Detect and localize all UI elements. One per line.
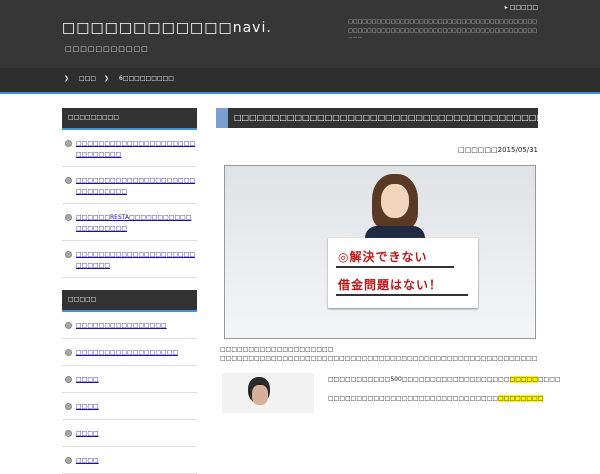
post-date: □□□□□□2015/05/31 [457, 146, 538, 154]
sidebar: □□□□□□□□□ □□□□□□□□□□□□□□□□□□□□□□□□□□□□□ … [62, 108, 197, 474]
hero-image: ◎解決できない 借金問題はない！ [224, 165, 536, 339]
bullet-icon [65, 251, 72, 258]
post-title-bar: □□□□□□□□□□□□□□□□□□□□□□□□□□□□□□□□□□□□□□□□… [216, 108, 538, 128]
bullet-icon [65, 403, 72, 410]
sidebar-category-list: □□□□□□□□□□□□□□□□ □□□□□□□□□□□□□□□□□□ □□□□… [62, 312, 197, 474]
global-nav: ❯ □□□ ❯ 6□□□□□□□□□ [0, 68, 600, 94]
worried-man-thumbnail [222, 373, 314, 413]
paragraph-text: □□□□ [537, 376, 561, 383]
sign-text-line2: 借金問題はない！ [338, 278, 443, 292]
nav-item-label: 6□□□□□□□□□ [119, 75, 174, 82]
highlighted-text: □□□□□□□□ [498, 395, 544, 402]
bullet-icon [65, 457, 72, 464]
post-paragraph: □□□□□□□□□□□□□□□□□□□□ □□□□□□□□□□□□□□□□□□□… [220, 345, 538, 363]
nav-item-label: □□□ [79, 75, 97, 82]
header-description: □□□□□□□□□□□□□□□□□□□□□□□□□□□□□□□□□□□□□□□□… [348, 19, 537, 38]
site-tagline: □□□□□□□□□□□ [65, 45, 149, 53]
list-item: □□□□ [62, 393, 197, 420]
sidebar-heading-categories: □□□□□ [62, 290, 197, 312]
post-title: □□□□□□□□□□□□□□□□□□□□□□□□□□□□□□□□□□□□□□□□… [234, 113, 538, 122]
list-item: □□□□□□□□□□□□□□□□□□ [62, 339, 197, 366]
highlighted-text: □□□□□ [509, 376, 538, 383]
sidebar-link[interactable]: □□□□□□□□□□□□□□□□□□□□□□□□□□□ [76, 251, 195, 269]
bullet-icon [65, 430, 72, 437]
bullet-icon [65, 140, 72, 147]
list-item: □□□□□□□□□□□□□□□□□□□□□□□□□□□□□ [62, 130, 197, 167]
sidebar-link[interactable]: □□□□□□□□□□□□□□□□□□□□□□□□□□□□□□ [76, 177, 195, 195]
title-accent [216, 108, 228, 128]
bullet-icon [65, 214, 72, 221]
post-paragraph: □□□□□□□□□□□□□□□□□□□□□□□□□□□□□□□□□□□□□□ [328, 394, 544, 403]
chevron-right-icon: ❯ [64, 75, 70, 82]
nav-item-category[interactable]: ❯ 6□□□□□□□□□ [104, 75, 174, 82]
main-content: □□□□□□□□□□□□□□□□□□□□□□□□□□□□□□□□□□□□□□□□… [216, 108, 561, 413]
woman-face [381, 184, 409, 218]
hero-sign: ◎解決できない 借金問題はない！ [328, 238, 478, 308]
sidebar-recent-list: □□□□□□□□□□□□□□□□□□□□□□□□□□□□□ □□□□□□□□□□… [62, 130, 197, 278]
sign-text-line1: ◎解決できない [338, 250, 428, 264]
list-item: □□□□ [62, 366, 197, 393]
sidebar-link[interactable]: □□□□□□□□□□□□□□□□ [76, 322, 167, 329]
sidebar-link[interactable]: □□□□ [76, 403, 99, 410]
chevron-right-icon: ❯ [104, 75, 110, 82]
bullet-icon [65, 322, 72, 329]
paragraph-line: □□□□□□□□□□□□□□□□□□□□□□□□□□□□□□□□□□□□□□□□… [220, 355, 538, 362]
list-item: □□□□□□□□□□□□□□□□□□□□□□□□□□□ [62, 241, 197, 278]
paragraph-text: □□□□□□□□□□□□□□□□□□□□□□□□□□□□□□ [328, 395, 499, 402]
sidebar-link[interactable]: □□□□□□□□□□□□□□□□□□□□□□□□□□□□□ [76, 140, 195, 158]
site-title[interactable]: □□□□□□□□□□□□navi. [62, 20, 272, 36]
list-item: □□□□□□RESTA□□□□□□□□□□□□□□□□□□□□ [62, 204, 197, 241]
list-item: □□□□ [62, 420, 197, 447]
list-item: □□□□ [62, 447, 197, 474]
sidebar-link[interactable]: □□□□□□RESTA□□□□□□□□□□□□□□□□□□□□ [76, 214, 191, 232]
bullet-icon [65, 177, 72, 184]
nav-item-home[interactable]: ❯ □□□ [64, 75, 96, 82]
sidebar-link[interactable]: □□□□ [76, 376, 99, 383]
bullet-icon [65, 376, 72, 383]
sidebar-link[interactable]: □□□□ [76, 430, 99, 437]
header-top-link[interactable]: ▸ □□□□□ [505, 4, 538, 11]
list-item: □□□□□□□□□□□□□□□□□□□□□□□□□□□□□□ [62, 167, 197, 204]
list-item: □□□□□□□□□□□□□□□□ [62, 312, 197, 339]
paragraph-line: □□□□□□□□□□□□□□□□□□□□ [220, 346, 334, 353]
bullet-icon [65, 349, 72, 356]
post-paragraph: □□□□□□□□□□□500□□□□□□□□□□□□□□□□□□□□□□□□□□… [328, 375, 561, 384]
site-header: □□□□□□□□□□□□navi. □□□□□□□□□□□ ▸ □□□□□ □□… [0, 0, 600, 68]
sidebar-heading-recent: □□□□□□□□□ [62, 108, 197, 130]
paragraph-text: □□□□□□□□□□□500□□□□□□□□□□□□□□□□□□□ [328, 376, 510, 383]
sidebar-link[interactable]: □□□□□□□□□□□□□□□□□□ [76, 349, 178, 356]
sidebar-link[interactable]: □□□□ [76, 457, 99, 464]
